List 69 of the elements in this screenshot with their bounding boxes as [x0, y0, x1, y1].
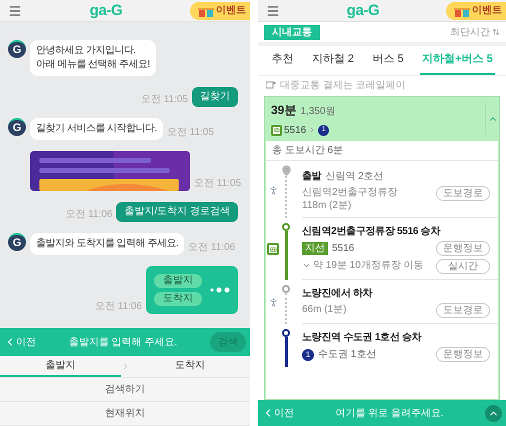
- walk-total: 총 도보시간 6분: [272, 144, 344, 158]
- start-pin-icon: [280, 165, 292, 176]
- detail-button[interactable]: 운행정보: [436, 347, 490, 362]
- category-button[interactable]: 시내교통: [264, 24, 320, 40]
- detail-button[interactable]: 실시간: [436, 259, 490, 274]
- option-item[interactable]: 현재위치: [0, 402, 250, 426]
- message-time: 오전 11:05: [194, 179, 242, 189]
- detail-button[interactable]: 운행정보: [436, 241, 490, 256]
- menu-icon[interactable]: [266, 4, 280, 18]
- route-tab[interactable]: 지하철 2: [310, 46, 356, 75]
- route-tab[interactable]: 추천: [269, 46, 296, 75]
- message-time: 오전 11:06: [65, 210, 112, 220]
- user-message: 길찾기: [192, 87, 238, 107]
- bus-type-tag: 지선: [302, 242, 328, 255]
- step-detail: 신림역2번출구정류장: [302, 186, 398, 199]
- step-title: 노량진역 수도권 1호선 승차: [302, 331, 422, 345]
- subway-line-badge: 1: [302, 348, 314, 360]
- user-message: 출발지/도착지 경로검색: [116, 202, 238, 222]
- app-logo: ga-G: [346, 3, 380, 18]
- bus-number: 5516: [284, 124, 306, 138]
- route-duration: 39분: [271, 102, 296, 118]
- message-time: 오전 11:06: [188, 243, 236, 253]
- subway-line: 수도권 1호선: [318, 348, 376, 362]
- prompt-title: 여기를 위로 올려주세요.: [335, 406, 444, 420]
- bot-message: 안녕하세요 가지입니다. 아래 메뉴를 선택해 주세요!: [30, 40, 156, 76]
- stops-toggle[interactable]: 약 19분 10개정류장 이동: [302, 258, 424, 273]
- step-title: 신림역2번출구정류장 5516 승차: [302, 225, 440, 239]
- prompt-title: 출발지를 입력해 주세요.: [68, 336, 178, 350]
- payment-icon: [266, 81, 276, 89]
- step-title: 노량진에서 하차: [302, 287, 372, 301]
- stop-node: [282, 285, 290, 293]
- detail-button[interactable]: 도보경로: [436, 303, 490, 318]
- bot-avatar: G: [8, 40, 26, 58]
- typing-dots-icon: [210, 287, 230, 293]
- bus-icon: [271, 124, 282, 136]
- bus-icon: [267, 243, 279, 255]
- bot-message: 출발지와 도착지를 입력해 주세요.: [30, 233, 184, 255]
- step-detail: 118m (2분): [302, 199, 352, 212]
- chevron-down-icon: [302, 261, 311, 270]
- menu-icon[interactable]: [8, 4, 22, 18]
- app-logo: ga-G: [90, 3, 122, 18]
- back-button[interactable]: 이전: [4, 334, 36, 350]
- sort-icon: [492, 28, 500, 36]
- expand-up-button[interactable]: [485, 404, 502, 422]
- event-button[interactable]: 이벤트: [446, 2, 506, 20]
- walking-icon: [268, 296, 278, 308]
- step-detail: 66m (1분): [302, 303, 346, 316]
- choice-button[interactable]: 도착지: [154, 292, 202, 306]
- sort-button[interactable]: 최단시간: [450, 24, 500, 40]
- back-button[interactable]: 이전: [262, 406, 294, 420]
- bot-avatar: G: [8, 118, 26, 136]
- location-tab[interactable]: 도착지: [130, 356, 250, 377]
- payment-notice: 대중교통 결제는 코레일페이: [280, 78, 406, 92]
- bot-message: 길찾기 서비스를 시작합니다.: [30, 118, 163, 140]
- option-item[interactable]: 검색하기: [0, 378, 250, 402]
- bot-avatar: G: [8, 233, 26, 251]
- message-time: 오전 11:05: [140, 95, 188, 105]
- walking-icon: [268, 185, 278, 196]
- route-fare: 1,350원: [300, 104, 336, 118]
- step-subtitle: 신림역 2호선: [325, 170, 384, 184]
- message-time: 오전 11:05: [166, 128, 214, 138]
- choice-button[interactable]: 출발지: [154, 274, 202, 288]
- bus-line: 5516: [332, 242, 354, 256]
- step-title: 출발: [302, 170, 322, 184]
- message-time: 오전 11:06: [94, 302, 142, 312]
- route-tab[interactable]: 버스 5: [370, 46, 406, 75]
- detail-button[interactable]: 도보경로: [436, 186, 490, 201]
- event-button[interactable]: 이벤트: [190, 2, 250, 20]
- route-tab[interactable]: 지하철+버스 5: [420, 46, 495, 75]
